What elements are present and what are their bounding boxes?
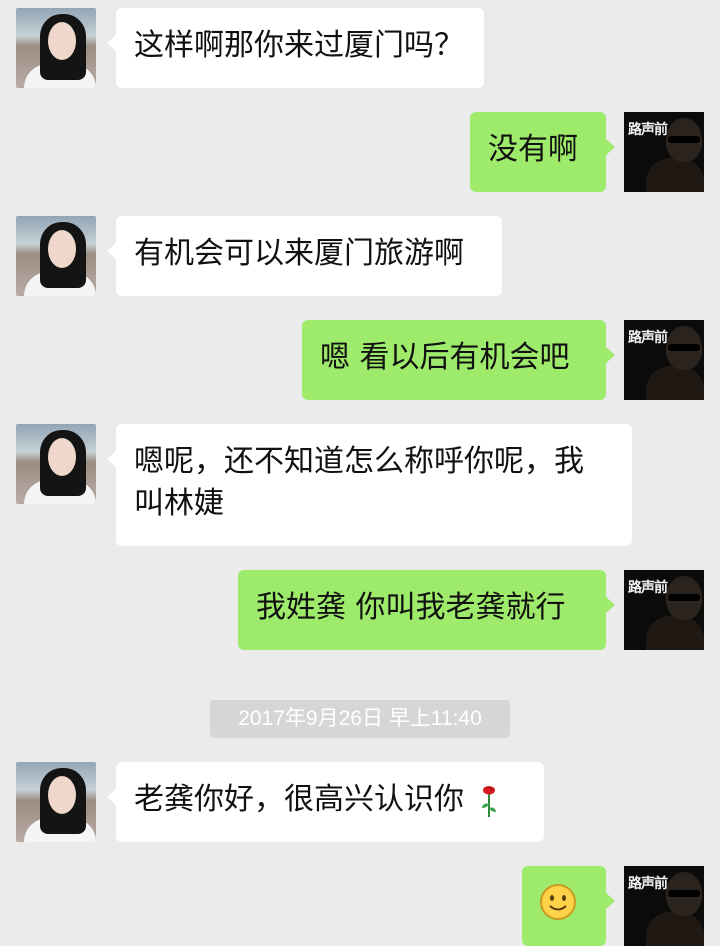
message-text: 嗯 看以后有机会吧 xyxy=(320,340,570,375)
message-text: 我姓龚 你叫我老龚就行 xyxy=(256,590,566,625)
incoming-message-bubble[interactable]: 有机会可以来厦门旅游啊 xyxy=(107,216,502,296)
outgoing-message-bubble[interactable]: 嗯 看以后有机会吧 xyxy=(302,320,615,400)
user-avatar[interactable]: 路声前 xyxy=(624,570,704,650)
contact-avatar[interactable] xyxy=(16,762,96,842)
message-text-line: 嗯呢，还不知道怎么称呼你呢，我 xyxy=(134,444,584,479)
message-text: 这样啊那你来过厦门吗？ xyxy=(134,28,464,63)
incoming-message-bubble[interactable]: 这样啊那你来过厦门吗？ xyxy=(107,8,484,88)
incoming-message-bubble[interactable]: 嗯呢，还不知道怎么称呼你呢，我 叫林婕 xyxy=(107,424,632,546)
outgoing-message-bubble[interactable] xyxy=(522,866,615,946)
user-avatar[interactable]: 路声前 xyxy=(624,866,704,946)
message-text: 老龚你好，很高兴认识你 xyxy=(134,782,464,817)
outgoing-message-bubble[interactable]: 我姓龚 你叫我老龚就行 xyxy=(238,570,615,650)
contact-avatar[interactable] xyxy=(16,8,96,88)
user-avatar[interactable]: 路声前 xyxy=(624,320,704,400)
contact-avatar[interactable] xyxy=(16,424,96,504)
message-text: 有机会可以来厦门旅游啊 xyxy=(134,236,464,271)
rose-icon xyxy=(481,785,496,817)
user-avatar[interactable]: 路声前 xyxy=(624,112,704,192)
timestamp-separator: 2017年9月26日 早上11:40 xyxy=(210,700,510,738)
smiley-face-icon xyxy=(540,884,576,920)
outgoing-message-bubble[interactable]: 没有啊 xyxy=(470,112,615,192)
message-text: 没有啊 xyxy=(488,132,578,167)
incoming-message-bubble[interactable]: 老龚你好，很高兴认识你 xyxy=(107,762,544,842)
message-text-line: 叫林婕 xyxy=(134,486,224,521)
contact-avatar[interactable] xyxy=(16,216,96,296)
